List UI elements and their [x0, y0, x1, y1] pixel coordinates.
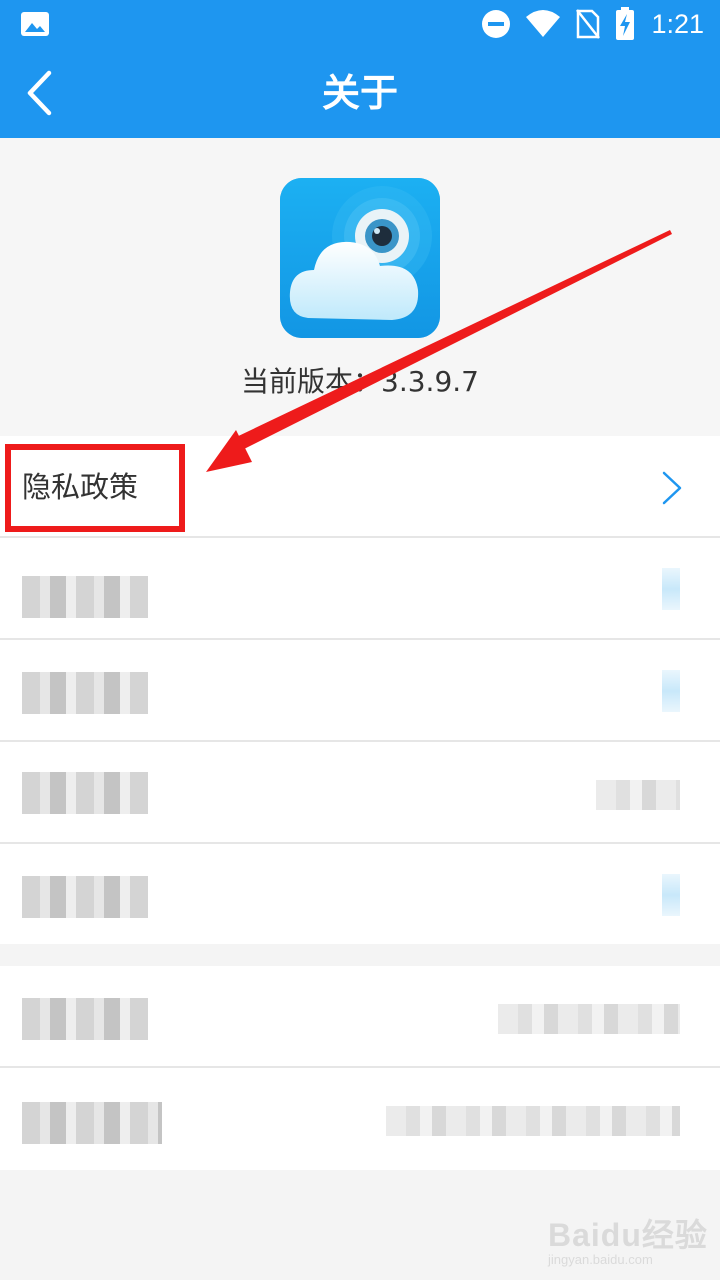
status-icons: 1:21	[481, 6, 704, 42]
watermark: Baidu经验 jingyan.baidu.com	[548, 1210, 708, 1270]
chevron-right-icon	[662, 874, 680, 916]
chevron-left-icon	[27, 70, 52, 116]
watermark-brand: Baidu经验	[548, 1217, 708, 1253]
blurred-value	[498, 1004, 680, 1034]
list-item	[0, 1068, 720, 1170]
info-list	[0, 966, 720, 1170]
settings-list: 隐私政策	[0, 436, 720, 944]
battery-charging-icon	[616, 7, 635, 40]
blurred-label	[22, 1102, 162, 1144]
dnd-icon	[482, 10, 511, 38]
about-header: 当前版本：3.3.9.7	[0, 138, 720, 436]
blurred-label	[22, 998, 148, 1040]
version-text: 当前版本：3.3.9.7	[241, 365, 479, 398]
blurred-label	[22, 772, 148, 814]
blurred-label	[22, 876, 148, 918]
wifi-icon	[526, 10, 561, 37]
status-bar: 1:21	[0, 0, 720, 48]
list-item[interactable]	[0, 538, 720, 640]
page-title: 关于	[321, 71, 398, 115]
list-item[interactable]	[0, 844, 720, 946]
chevron-right-icon	[662, 471, 682, 505]
app-bar: 关于	[0, 48, 720, 138]
about-screen: 1:21 关于 当前版本：3.3.9.7 隐私政策 Baidu经验 jingya…	[0, 0, 720, 1280]
blurred-value	[386, 1106, 680, 1136]
cloud-camera-logo	[280, 178, 440, 338]
list-item	[0, 966, 720, 1068]
blurred-value	[596, 780, 680, 810]
blurred-label	[22, 672, 148, 714]
back-button[interactable]	[14, 66, 64, 120]
image-icon	[21, 12, 49, 36]
no-sim-icon	[576, 9, 601, 39]
list-item[interactable]	[0, 742, 720, 844]
chevron-right-icon	[662, 568, 680, 610]
privacy-policy-row[interactable]: 隐私政策	[0, 436, 720, 538]
blurred-label	[22, 576, 148, 618]
chevron-right-icon	[662, 670, 680, 712]
app-logo	[280, 178, 440, 338]
clock: 1:21	[651, 8, 704, 39]
list-item[interactable]	[0, 640, 720, 742]
privacy-policy-label: 隐私政策	[22, 470, 139, 504]
